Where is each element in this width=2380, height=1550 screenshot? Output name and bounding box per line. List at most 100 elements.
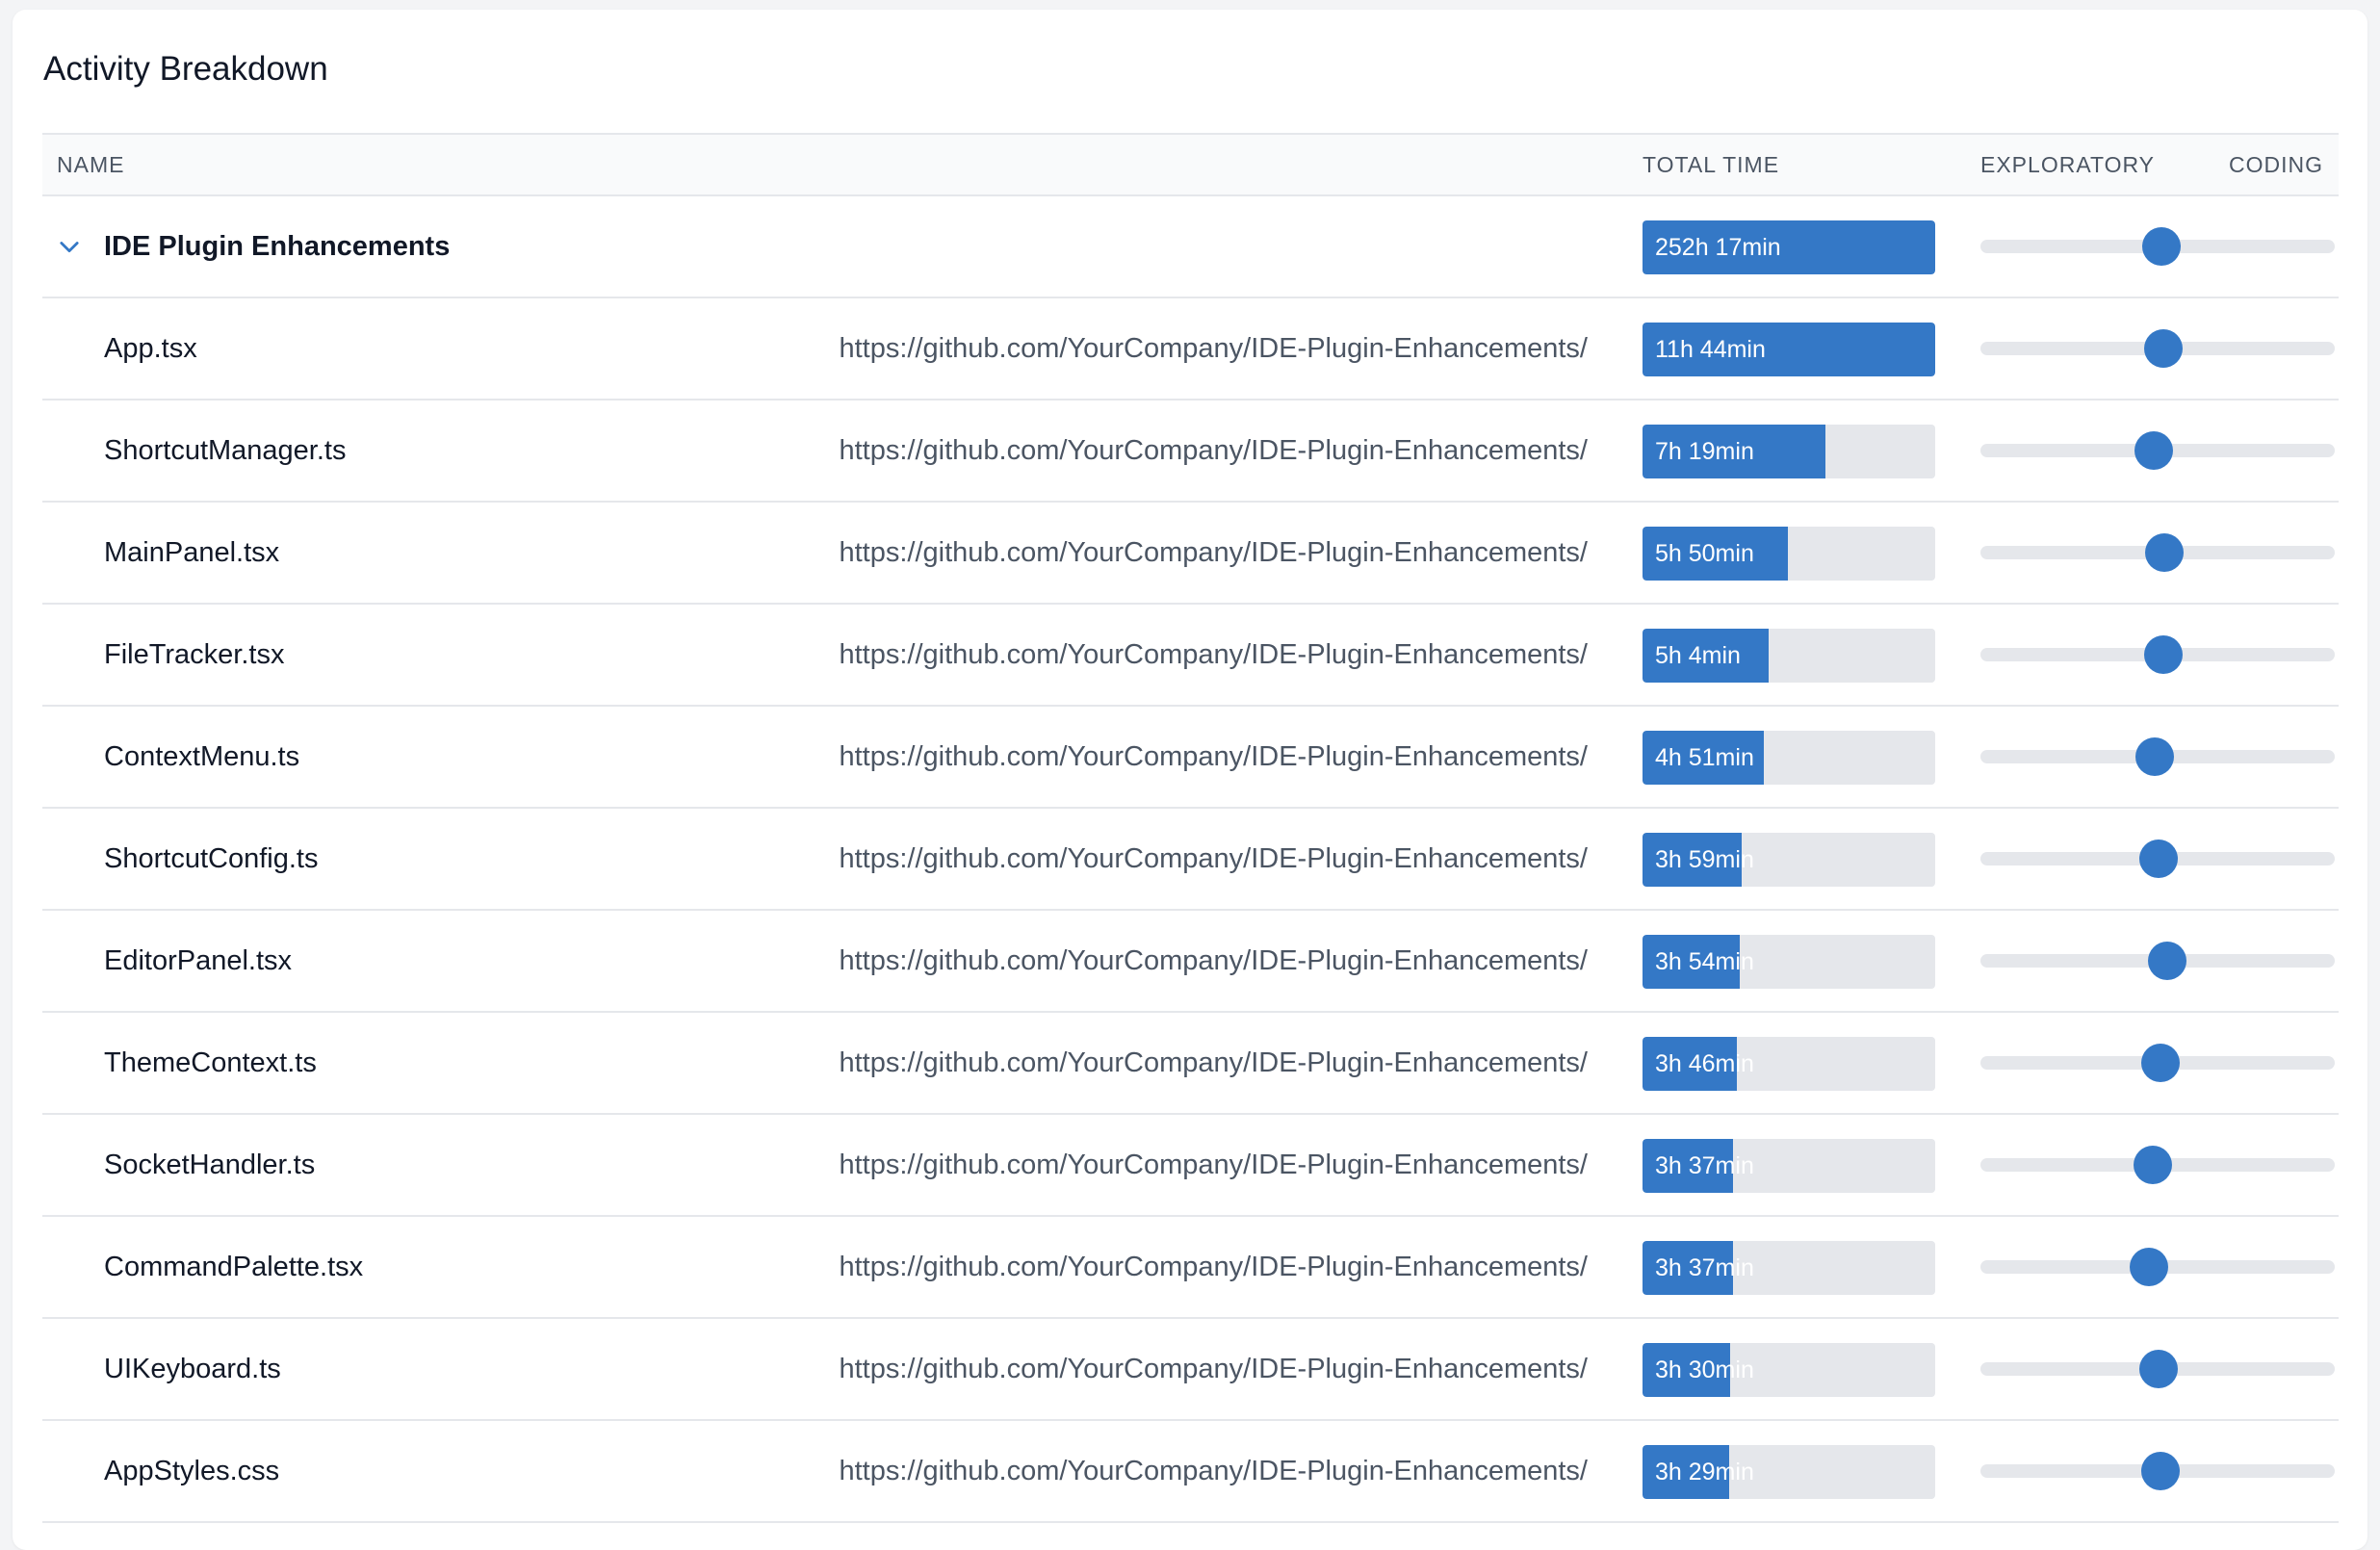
table-row: EditorPanel.tsx https://github.com/YourCo…	[42, 911, 2339, 1013]
exploratory-coding-slider[interactable]	[1980, 911, 2335, 1011]
exploratory-coding-slider[interactable]	[1980, 1217, 2335, 1317]
slider-thumb[interactable]	[2144, 533, 2184, 572]
repo-url-link[interactable]: https://github.com/YourCompany/IDE-Plugi…	[839, 1217, 1588, 1317]
repo-url-link[interactable]: https://github.com/YourCompany/IDE-Plugi…	[839, 1013, 1588, 1113]
repo-url-link[interactable]: https://github.com/YourCompany/IDE-Plugi…	[839, 1421, 1588, 1521]
repo-url-link[interactable]: https://github.com/YourCompany/IDE-Plugi…	[839, 503, 1588, 603]
total-time-label: 4h 51min	[1655, 744, 1754, 771]
activity-breakdown-card: Activity Breakdown NAME TOTAL TIME EXPLO…	[13, 10, 2367, 1550]
total-time-label: 252h 17min	[1655, 234, 1781, 261]
total-time-label: 3h 54min	[1655, 948, 1754, 975]
total-time-bar: 7h 19min	[1643, 425, 1935, 478]
total-time-label: 7h 19min	[1655, 438, 1754, 465]
exploratory-coding-slider[interactable]	[1980, 1421, 2335, 1521]
table-row: FileTracker.tsx https://github.com/YourCo…	[42, 605, 2339, 707]
slider-thumb[interactable]	[2135, 737, 2175, 776]
table-row: MainPanel.tsx https://github.com/YourComp…	[42, 503, 2339, 605]
file-name: UIKeyboard.ts	[104, 1354, 281, 1384]
table-row: UIKeyboard.ts https://github.com/YourComp…	[42, 1319, 2339, 1421]
group-row[interactable]: IDE Plugin Enhancements 252h 17min	[42, 196, 2339, 298]
column-header-coding: CODING	[2229, 152, 2323, 177]
file-name: FileTracker.tsx	[104, 639, 285, 670]
slider-thumb[interactable]	[2129, 1248, 2168, 1286]
total-time-label: 5h 4min	[1655, 642, 1741, 669]
total-time-label: 11h 44min	[1655, 336, 1766, 363]
table-row: CommandPalette.tsx https://github.com/You…	[42, 1217, 2339, 1319]
card-title: Activity Breakdown	[43, 50, 328, 88]
slider-thumb[interactable]	[2139, 840, 2179, 878]
column-header-name[interactable]: NAME	[57, 135, 124, 194]
total-time-label: 3h 59min	[1655, 846, 1754, 873]
exploratory-coding-slider[interactable]	[1980, 503, 2335, 603]
exploratory-coding-slider[interactable]	[1980, 1115, 2335, 1215]
file-name: CommandPalette.tsx	[104, 1252, 364, 1282]
slider-thumb[interactable]	[2141, 1452, 2181, 1490]
total-time-bar: 3h 46min	[1643, 1037, 1935, 1091]
exploratory-coding-slider[interactable]	[1980, 298, 2335, 399]
total-time-bar: 3h 29min	[1643, 1445, 1935, 1499]
table-row: ShortcutConfig.ts https://github.com/Your…	[42, 809, 2339, 911]
file-name: ShortcutManager.ts	[104, 435, 347, 466]
file-name: ShortcutConfig.ts	[104, 843, 319, 874]
file-name: ContextMenu.ts	[104, 741, 300, 772]
slider-thumb[interactable]	[2134, 431, 2174, 470]
total-time-label: 3h 29min	[1655, 1459, 1754, 1485]
total-time-bar: 11h 44min	[1643, 323, 1935, 376]
total-time-label: 5h 50min	[1655, 540, 1754, 567]
file-name: EditorPanel.tsx	[104, 945, 293, 976]
table-row: ContextMenu.ts https://github.com/YourCom…	[42, 707, 2339, 809]
repo-url-link[interactable]: https://github.com/YourCompany/IDE-Plugi…	[839, 911, 1588, 1011]
file-name: ThemeContext.ts	[104, 1047, 317, 1078]
repo-url-link[interactable]: https://github.com/YourCompany/IDE-Plugi…	[839, 1115, 1588, 1215]
total-time-label: 3h 30min	[1655, 1356, 1754, 1383]
total-time-bar: 4h 51min	[1643, 731, 1935, 785]
slider-thumb[interactable]	[2133, 1146, 2172, 1184]
repo-url-link[interactable]: https://github.com/YourCompany/IDE-Plugi…	[839, 400, 1588, 501]
total-time-bar: 3h 30min	[1643, 1343, 1935, 1397]
total-time-bar: 3h 37min	[1643, 1139, 1935, 1193]
exploratory-coding-slider[interactable]	[1980, 400, 2335, 501]
file-name: AppStyles.css	[104, 1456, 280, 1486]
exploratory-coding-slider[interactable]	[1980, 809, 2335, 909]
total-time-bar: 3h 37min	[1643, 1241, 1935, 1295]
exploratory-coding-slider[interactable]	[1980, 1013, 2335, 1113]
total-time-bar: 5h 50min	[1643, 527, 1935, 581]
table-row: ThemeContext.ts https://github.com/YourCo…	[42, 1013, 2339, 1115]
activity-table: NAME TOTAL TIME EXPLORATORY CODING IDE P…	[42, 133, 2339, 1523]
exploratory-coding-slider[interactable]	[1980, 196, 2335, 297]
total-time-bar: 5h 4min	[1643, 629, 1935, 683]
total-time-label: 3h 37min	[1655, 1254, 1754, 1281]
table-row: ShortcutManager.ts https://github.com/You…	[42, 400, 2339, 503]
repo-url-link[interactable]: https://github.com/YourCompany/IDE-Plugi…	[839, 707, 1588, 807]
total-time-bar: 3h 59min	[1643, 833, 1935, 887]
slider-thumb[interactable]	[2141, 227, 2181, 266]
slider-thumb[interactable]	[2148, 942, 2187, 980]
table-row: AppStyles.css https://github.com/YourComp…	[42, 1421, 2339, 1523]
exploratory-coding-slider[interactable]	[1980, 1319, 2335, 1419]
file-name: MainPanel.tsx	[104, 537, 280, 568]
group-name: IDE Plugin Enhancements	[104, 231, 451, 262]
repo-url-link[interactable]: https://github.com/YourCompany/IDE-Plugi…	[839, 298, 1588, 399]
slider-thumb[interactable]	[2143, 635, 2183, 674]
exploratory-coding-slider[interactable]	[1980, 605, 2335, 705]
table-row: SocketHandler.ts https://github.com/YourC…	[42, 1115, 2339, 1217]
chevron-down-icon[interactable]	[56, 233, 83, 260]
total-time-label: 3h 37min	[1655, 1152, 1754, 1179]
table-body: IDE Plugin Enhancements 252h 17min App.tsx…	[42, 196, 2339, 1523]
table-header: NAME TOTAL TIME EXPLORATORY CODING	[42, 133, 2339, 196]
table-row: App.tsx https://github.com/YourCompany/ID…	[42, 298, 2339, 400]
total-time-bar: 252h 17min	[1643, 220, 1935, 274]
file-name: App.tsx	[104, 333, 197, 364]
repo-url-link[interactable]: https://github.com/YourCompany/IDE-Plugi…	[839, 605, 1588, 705]
column-header-total-time[interactable]: TOTAL TIME	[1643, 135, 1779, 194]
total-time-bar: 3h 54min	[1643, 935, 1935, 989]
repo-url-link[interactable]: https://github.com/YourCompany/IDE-Plugi…	[839, 809, 1588, 909]
file-name: SocketHandler.ts	[104, 1150, 316, 1180]
slider-thumb[interactable]	[2141, 1044, 2181, 1082]
slider-thumb[interactable]	[2139, 1350, 2179, 1388]
column-header-exploratory: EXPLORATORY	[1980, 152, 2156, 177]
repo-url-link[interactable]: https://github.com/YourCompany/IDE-Plugi…	[839, 1319, 1588, 1419]
slider-thumb[interactable]	[2143, 329, 2183, 368]
exploratory-coding-slider[interactable]	[1980, 707, 2335, 807]
total-time-label: 3h 46min	[1655, 1050, 1754, 1077]
